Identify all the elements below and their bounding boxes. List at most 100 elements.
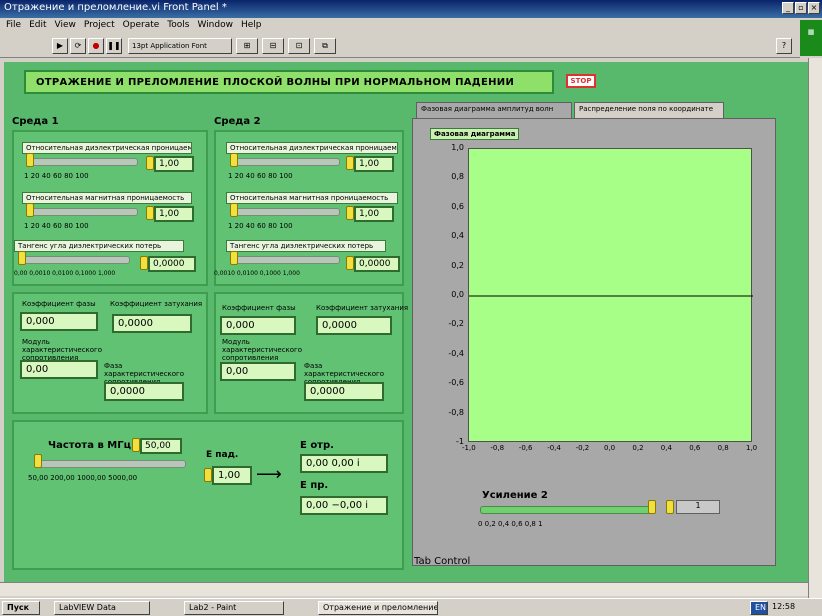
medium2-eps-knob[interactable] <box>230 153 238 167</box>
maximize-button[interactable]: ▫ <box>795 2 807 14</box>
minimize-button[interactable]: _ <box>782 2 794 14</box>
gain-knob[interactable] <box>648 500 656 514</box>
menu-operate[interactable]: Operate <box>123 20 160 32</box>
taskbar-item-labview-data[interactable]: LabVIEW Data <box>54 601 150 615</box>
x-tick-label: 0,2 <box>632 444 644 452</box>
taskbar-item-vi[interactable]: Отражение и преломление... <box>318 601 438 615</box>
results1-atten-label: Коэффициент затухания <box>110 300 203 308</box>
abort-icon[interactable]: ● <box>88 38 104 54</box>
medium1-eps-value[interactable]: 1,00 <box>154 156 194 172</box>
x-tick-label: 0,4 <box>660 444 672 452</box>
medium1-eps-slider[interactable] <box>26 158 138 166</box>
medium2-heading: Среда 2 <box>214 116 261 127</box>
medium1-mu-spin[interactable] <box>146 206 154 220</box>
panel-title: ОТРАЖЕНИЕ И ПРЕЛОМЛЕНИЕ ПЛОСКОЙ ВОЛНЫ ПР… <box>24 70 554 94</box>
x-tick-label: 0,0 <box>604 444 616 452</box>
gain-slider[interactable] <box>480 506 656 514</box>
medium2-eps-value[interactable]: 1,00 <box>354 156 394 172</box>
medium2-mu-knob[interactable] <box>230 203 238 217</box>
menu-window[interactable]: Window <box>197 20 233 32</box>
vertical-scrollbar[interactable] <box>808 58 822 598</box>
x-tick-label: 1,0 <box>746 444 758 452</box>
menu-file[interactable]: File <box>6 20 21 32</box>
tab-field-distribution[interactable]: Распределение поля по координате <box>574 102 724 118</box>
medium1-mu-ticks: 1 20 40 60 80 100 <box>24 222 89 230</box>
medium1-mu-knob[interactable] <box>26 203 34 217</box>
medium2-tan-label: Тангенс угла диэлектрических потерь <box>226 240 386 252</box>
vi-icon: ▦ <box>800 20 822 56</box>
frequency-spin[interactable] <box>132 438 140 452</box>
frequency-ticks: 50,00 200,00 1000,00 5000,00 <box>28 474 138 482</box>
stop-button[interactable]: STOP <box>566 74 596 88</box>
medium1-tan-knob[interactable] <box>18 251 26 265</box>
x-tick-label: -1,0 <box>462 444 476 452</box>
medium2-eps-spin[interactable] <box>346 156 354 170</box>
results1-phase-value: 0,000 <box>20 312 98 331</box>
results2-impedance-phase-value: 0,0000 <box>304 382 384 401</box>
medium2-mu-value[interactable]: 1,00 <box>354 206 394 222</box>
medium1-eps-spin[interactable] <box>146 156 154 170</box>
medium2-mu-label: Относительная магнитная проницаемость <box>226 192 398 204</box>
medium1-mu-slider[interactable] <box>26 208 138 216</box>
menu-tools[interactable]: Tools <box>167 20 189 32</box>
language-indicator[interactable]: EN <box>750 601 768 615</box>
close-button[interactable]: × <box>808 2 820 14</box>
incident-spin[interactable] <box>204 468 212 482</box>
tab-control-label: Tab Control <box>414 556 471 567</box>
menu-view[interactable]: View <box>55 20 76 32</box>
medium1-mu-label: Относительная магнитная проницаемость <box>22 192 192 204</box>
taskbar-item-paint[interactable]: Lab2 - Paint <box>184 601 284 615</box>
taskbar: Пуск LabVIEW Data Lab2 - Paint Отражение… <box>0 598 822 616</box>
help-button[interactable]: ? <box>776 38 792 54</box>
frequency-knob[interactable] <box>34 454 42 468</box>
distribute-icon[interactable]: ⊟ <box>262 38 284 54</box>
medium1-tan-spin[interactable] <box>140 256 148 270</box>
tab-phase-diagram[interactable]: Фазовая диаграмма амплитуд волн <box>416 102 572 118</box>
medium2-tan-knob[interactable] <box>230 251 238 265</box>
plot-caption: Фазовая диаграмма <box>430 128 520 140</box>
incident-label: Е пад. <box>206 450 239 460</box>
gain-value[interactable]: 1 <box>676 500 720 514</box>
reflected-label: Е отр. <box>300 440 334 451</box>
results1-impedance-label: Модуль характеристического сопротивления <box>22 338 103 362</box>
menu-project[interactable]: Project <box>84 20 115 32</box>
menu-bar: File Edit View Project Operate Tools Win… <box>0 18 822 34</box>
y-tick-label: 1,0 <box>451 143 464 152</box>
medium1-mu-value[interactable]: 1,00 <box>154 206 194 222</box>
y-tick-label: -0,2 <box>448 319 464 329</box>
medium2-tan-slider[interactable] <box>230 256 340 264</box>
frequency-value[interactable]: 50,00 <box>140 438 182 454</box>
resize-icon[interactable]: ⊡ <box>288 38 310 54</box>
run-continuous-icon[interactable]: ⟳ <box>70 38 86 54</box>
medium2-tan-spin[interactable] <box>346 256 354 270</box>
y-axis: 1,0 0,8 0,6 0,4 0,2 0,0 -0,2 -0,4 -0,6 -0,8 -1 <box>430 142 468 448</box>
results2-impedance-value: 0,00 <box>220 362 296 381</box>
run-arrow-icon[interactable]: ▶ <box>52 38 68 54</box>
medium1-tan-value[interactable]: 0,0000 <box>148 256 196 272</box>
medium1-eps-knob[interactable] <box>26 153 34 167</box>
font-selector[interactable]: 13pt Application Font <box>128 38 232 54</box>
reorder-icon[interactable]: ⧉ <box>314 38 336 54</box>
frequency-slider[interactable] <box>36 460 186 468</box>
medium2-eps-slider[interactable] <box>230 158 340 166</box>
menu-edit[interactable]: Edit <box>29 20 46 32</box>
frequency-label: Частота в МГц <box>48 440 131 451</box>
start-button[interactable]: Пуск <box>2 601 40 615</box>
gain-spin[interactable] <box>666 500 674 514</box>
phase-plot <box>468 148 753 442</box>
medium2-mu-spin[interactable] <box>346 206 354 220</box>
medium2-tan-value[interactable]: 0,0000 <box>354 256 400 272</box>
x-tick-label: 0,8 <box>717 444 729 452</box>
incident-value[interactable]: 1,00 <box>212 466 252 485</box>
window-title: Отражение и преломление.vi Front Panel * <box>4 2 227 13</box>
medium2-mu-slider[interactable] <box>230 208 340 216</box>
y-tick-label: 0,0 <box>451 290 464 299</box>
menu-help[interactable]: Help <box>241 20 262 32</box>
horizontal-scrollbar[interactable] <box>0 582 808 596</box>
medium1-tan-slider[interactable] <box>18 256 130 264</box>
align-icon[interactable]: ⊞ <box>236 38 258 54</box>
y-tick-label: 0,8 <box>451 172 464 182</box>
medium2-eps-ticks: 1 20 40 60 80 100 <box>228 172 293 180</box>
medium1-tan-label: Тангенс угла диэлектрических потерь <box>14 240 184 252</box>
pause-icon[interactable]: ❚❚ <box>106 38 122 54</box>
